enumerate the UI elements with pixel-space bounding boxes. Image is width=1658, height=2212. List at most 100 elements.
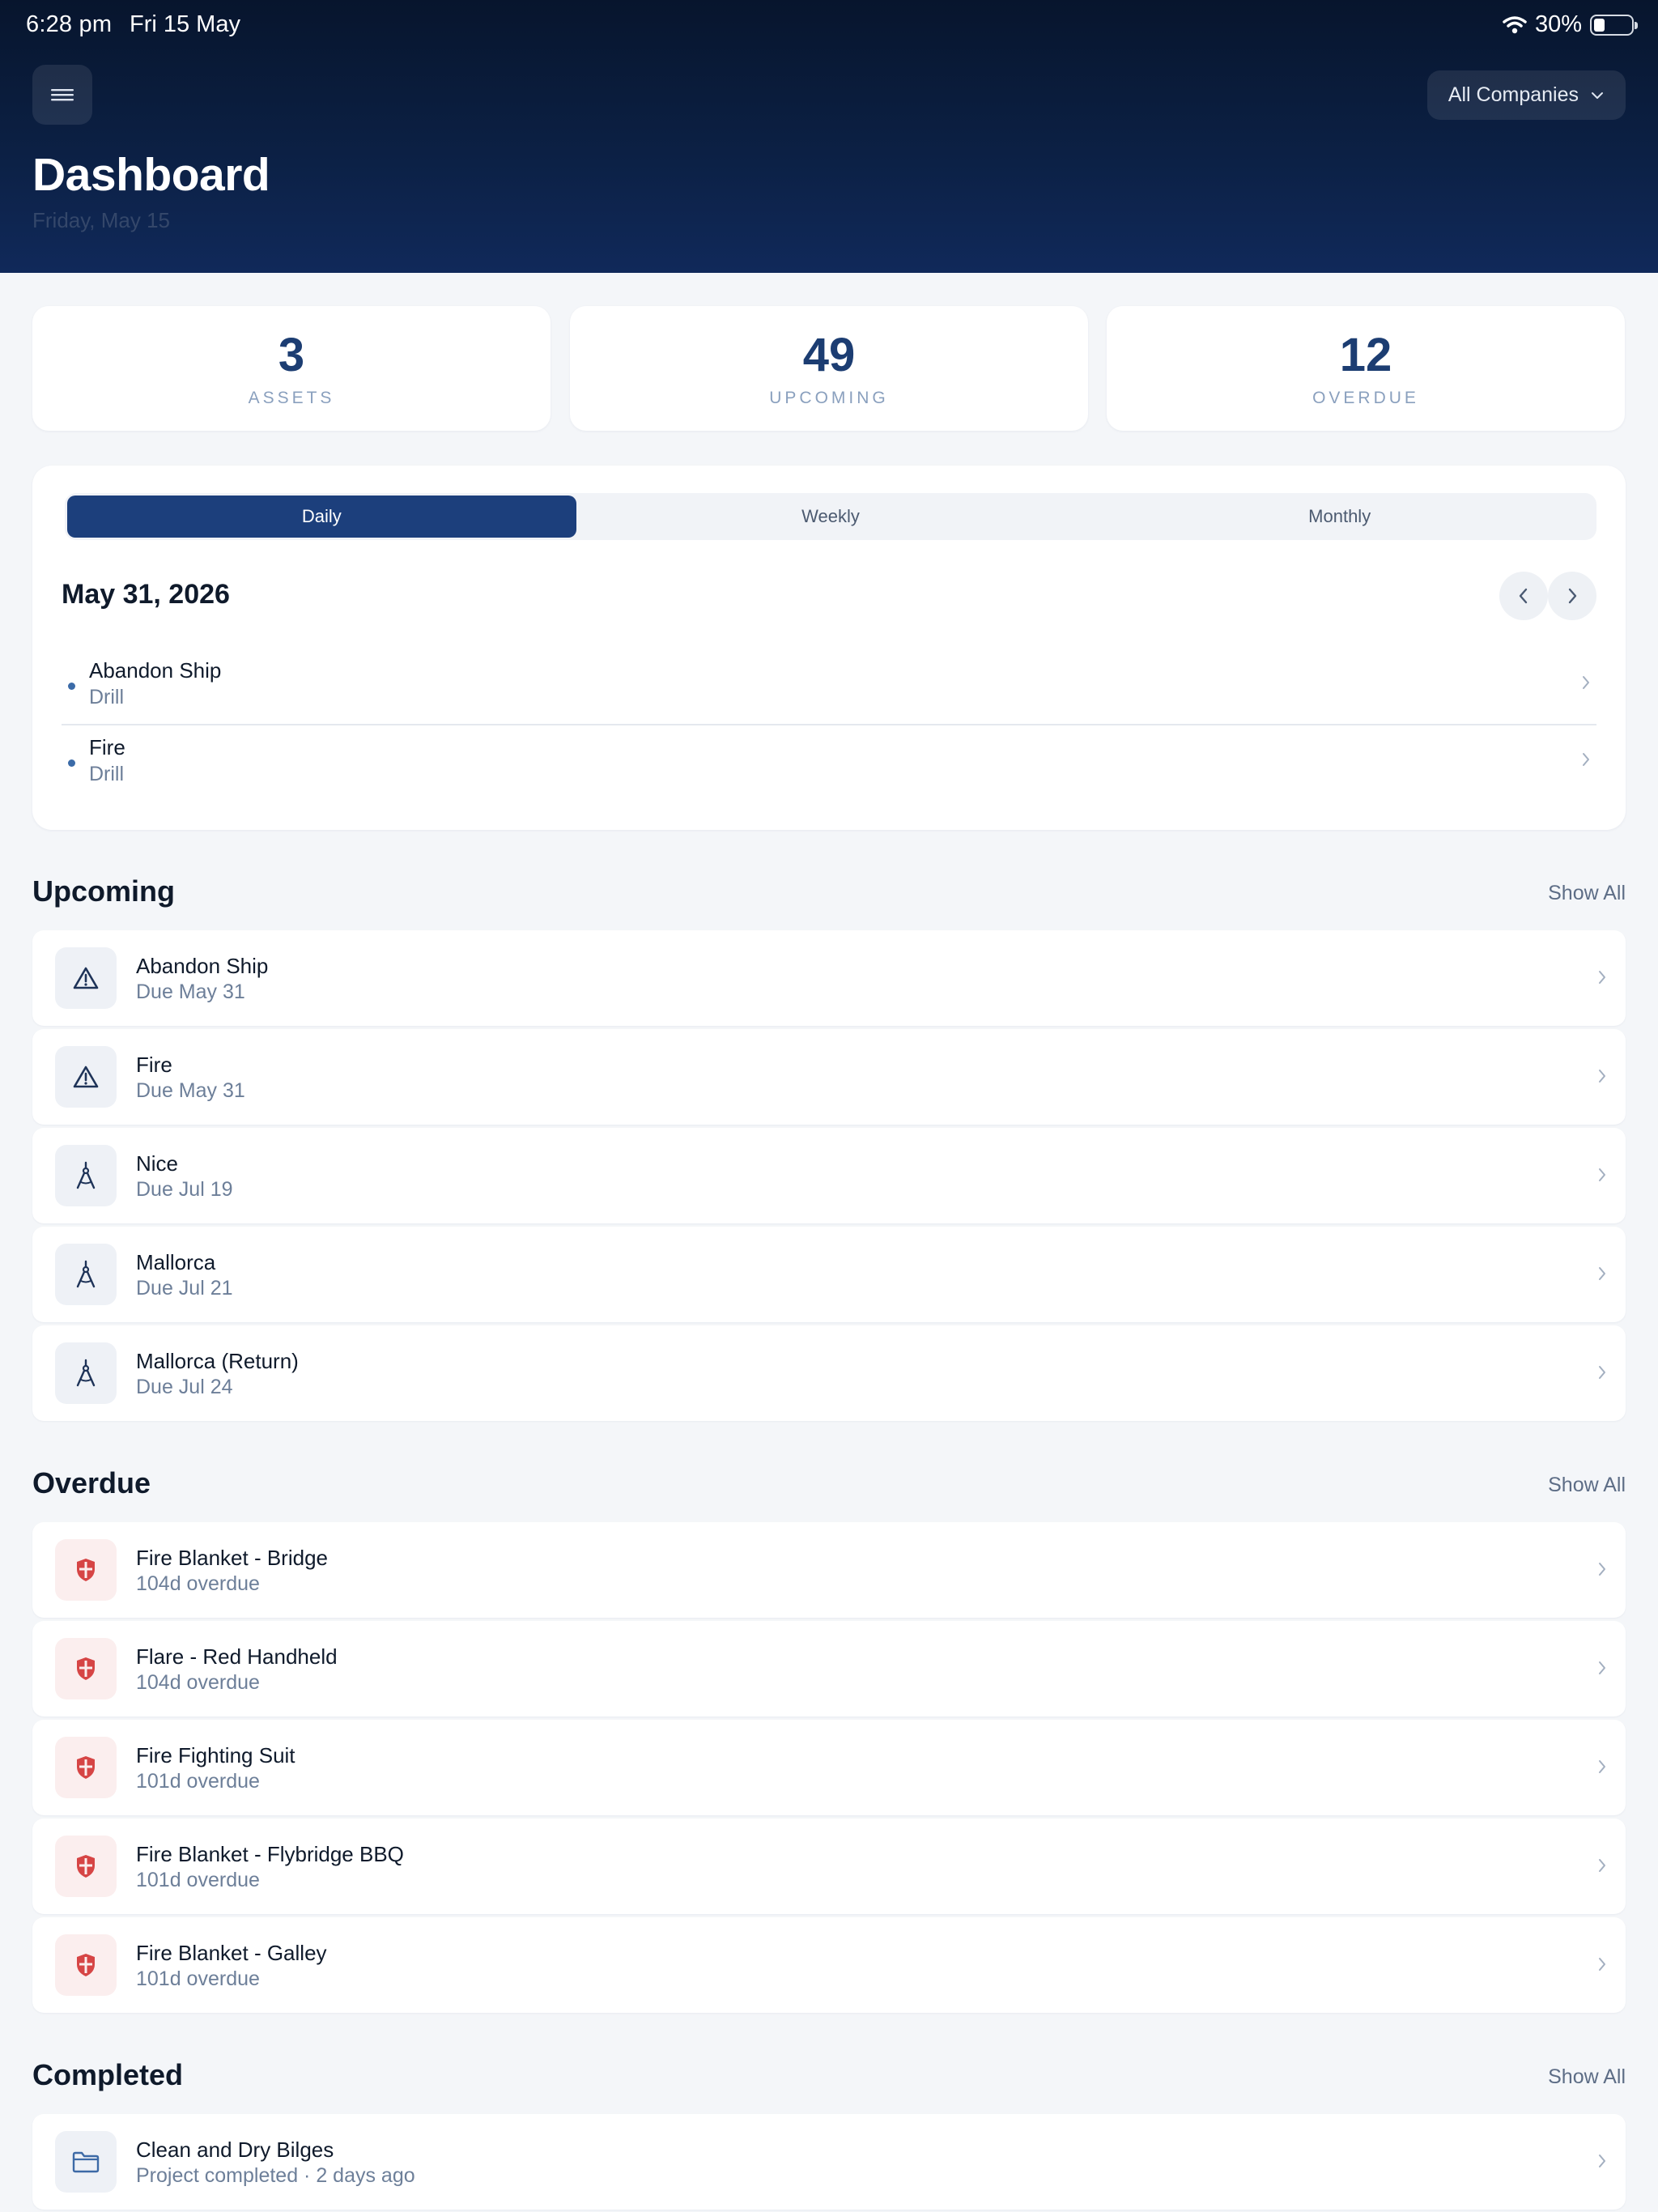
calendar-item-title: Fire [89, 735, 125, 759]
item-title: Fire Blanket - Galley [136, 1941, 327, 1965]
chevron-right-icon [1583, 753, 1589, 766]
item-title: Fire Fighting Suit [136, 1743, 295, 1767]
chevron-right-icon [1599, 1859, 1605, 1872]
warning-triangle-icon [73, 967, 99, 989]
tab-monthly[interactable]: Monthly [1085, 496, 1594, 538]
item-subtitle: Due May 31 [136, 1079, 245, 1102]
upcoming-item[interactable]: Mallorca Due Jul 21 [32, 1227, 1626, 1322]
company-selector[interactable]: All Companies [1426, 70, 1626, 120]
chevron-right-icon [1599, 1168, 1605, 1181]
compass-icon [76, 1260, 96, 1288]
shield-icon [77, 1559, 95, 1581]
item-title: Nice [136, 1151, 179, 1176]
calendar-item[interactable]: Fire Drill [62, 724, 1596, 801]
calendar-item-title: Abandon Ship [89, 658, 222, 683]
item-title: Fire Blanket - Bridge [136, 1546, 328, 1570]
item-subtitle: 101d overdue [136, 1869, 260, 1891]
upcoming-item[interactable]: Mallorca (Return) Due Jul 24 [32, 1325, 1626, 1421]
battery-icon [1590, 14, 1638, 36]
calendar-date: May 31, 2026 [62, 579, 230, 610]
overdue-item[interactable]: Flare - Red Handheld 104d overdue [32, 1621, 1626, 1716]
item-title: Abandon Ship [136, 954, 269, 978]
item-icon-box [55, 1342, 117, 1404]
upcoming-section-title: Upcoming [32, 874, 175, 908]
chevron-right-icon [1599, 1563, 1605, 1576]
item-subtitle: 101d overdue [136, 1967, 260, 1990]
item-subtitle: 101d overdue [136, 1770, 260, 1793]
completed-section-title: Completed [32, 2058, 184, 2091]
overdue-show-all-link[interactable]: Show All [1548, 1474, 1626, 1497]
chevron-right-icon [1599, 1760, 1605, 1773]
stat-value: 49 [802, 329, 856, 381]
shield-icon [77, 1756, 95, 1779]
item-subtitle: Due May 31 [136, 981, 245, 1003]
shield-icon [77, 1657, 95, 1680]
item-icon-box [55, 1539, 117, 1601]
item-subtitle: Due Jul 19 [136, 1178, 233, 1201]
tab-daily[interactable]: Daily [67, 496, 576, 538]
item-title: Mallorca [136, 1250, 216, 1274]
battery-percent: 30% [1534, 11, 1582, 37]
completed-show-all-link[interactable]: Show All [1548, 2065, 1626, 2089]
item-icon-box [55, 947, 117, 1009]
item-subtitle: Project completed · 2 days ago [136, 2164, 415, 2187]
item-icon-box [55, 1145, 117, 1206]
calendar-item-subtitle: Drill [89, 763, 125, 785]
overdue-item[interactable]: Fire Blanket - Bridge 104d overdue [32, 1522, 1626, 1618]
chevron-right-icon [1599, 1958, 1605, 1971]
item-icon-box [55, 1244, 117, 1305]
chevron-right-icon [1599, 2155, 1605, 2167]
chevron-right-icon [1568, 588, 1577, 604]
item-icon-box [55, 1934, 117, 1996]
warning-triangle-icon [73, 1066, 99, 1088]
upcoming-show-all-link[interactable]: Show All [1548, 882, 1626, 905]
stat-card-assets[interactable]: 3 ASSETS [32, 306, 551, 431]
overdue-item[interactable]: Fire Fighting Suit 101d overdue [32, 1720, 1626, 1815]
chevron-right-icon [1599, 1661, 1605, 1674]
status-date: Fri 15 May [130, 11, 240, 37]
upcoming-item[interactable]: Fire Due May 31 [32, 1029, 1626, 1125]
item-icon-box [55, 2131, 117, 2193]
item-title: Mallorca (Return) [136, 1349, 299, 1373]
upcoming-item[interactable]: Nice Due Jul 19 [32, 1128, 1626, 1223]
header: 6:28 pm Fri 15 May 30% All Companies Das… [0, 0, 1658, 273]
overdue-item[interactable]: Fire Blanket - Galley 101d overdue [32, 1917, 1626, 2013]
item-subtitle: Due Jul 24 [136, 1376, 233, 1398]
item-title: Flare - Red Handheld [136, 1644, 338, 1669]
stat-label: OVERDUE [1312, 389, 1419, 407]
chevron-right-icon [1599, 1070, 1605, 1083]
completed-item[interactable]: Clean and Dry Bilges Project completed ·… [32, 2114, 1626, 2210]
item-title: Fire Blanket - Flybridge BBQ [136, 1842, 404, 1866]
chevron-right-icon [1599, 971, 1605, 984]
page-title: Dashboard [32, 149, 270, 201]
stat-value: 12 [1339, 329, 1392, 381]
page-subtitle: Friday, May 15 [32, 208, 171, 232]
item-icon-box [55, 1046, 117, 1108]
upcoming-item[interactable]: Abandon Ship Due May 31 [32, 930, 1626, 1026]
menu-button[interactable] [32, 65, 92, 125]
item-icon-box [55, 1836, 117, 1897]
item-icon-box [55, 1638, 117, 1699]
shield-icon [77, 1855, 95, 1878]
chevron-left-icon [1519, 588, 1528, 604]
previous-day-button[interactable] [1499, 572, 1548, 620]
stat-label: UPCOMING [769, 389, 889, 407]
next-day-button[interactable] [1548, 572, 1596, 620]
overdue-section-title: Overdue [32, 1466, 151, 1499]
overdue-item[interactable]: Fire Blanket - Flybridge BBQ 101d overdu… [32, 1819, 1626, 1914]
company-selector-label: All Companies [1448, 83, 1579, 106]
status-indicators: 30% [1503, 11, 1638, 38]
stat-label: ASSETS [248, 389, 335, 407]
chevron-right-icon [1599, 1267, 1605, 1280]
event-dot [68, 759, 75, 767]
tab-weekly[interactable]: Weekly [576, 496, 1086, 538]
shield-icon [77, 1954, 95, 1976]
chevron-right-icon [1583, 676, 1589, 689]
calendar-item[interactable]: Abandon Ship Drill [62, 647, 1596, 724]
wifi-icon [1503, 15, 1527, 33]
stat-card-overdue[interactable]: 12 OVERDUE [1107, 306, 1625, 431]
stat-card-upcoming[interactable]: 49 UPCOMING [570, 306, 1088, 431]
item-subtitle: Due Jul 21 [136, 1277, 233, 1300]
chevron-down-icon [1592, 91, 1603, 99]
calendar-item-subtitle: Drill [89, 686, 125, 708]
